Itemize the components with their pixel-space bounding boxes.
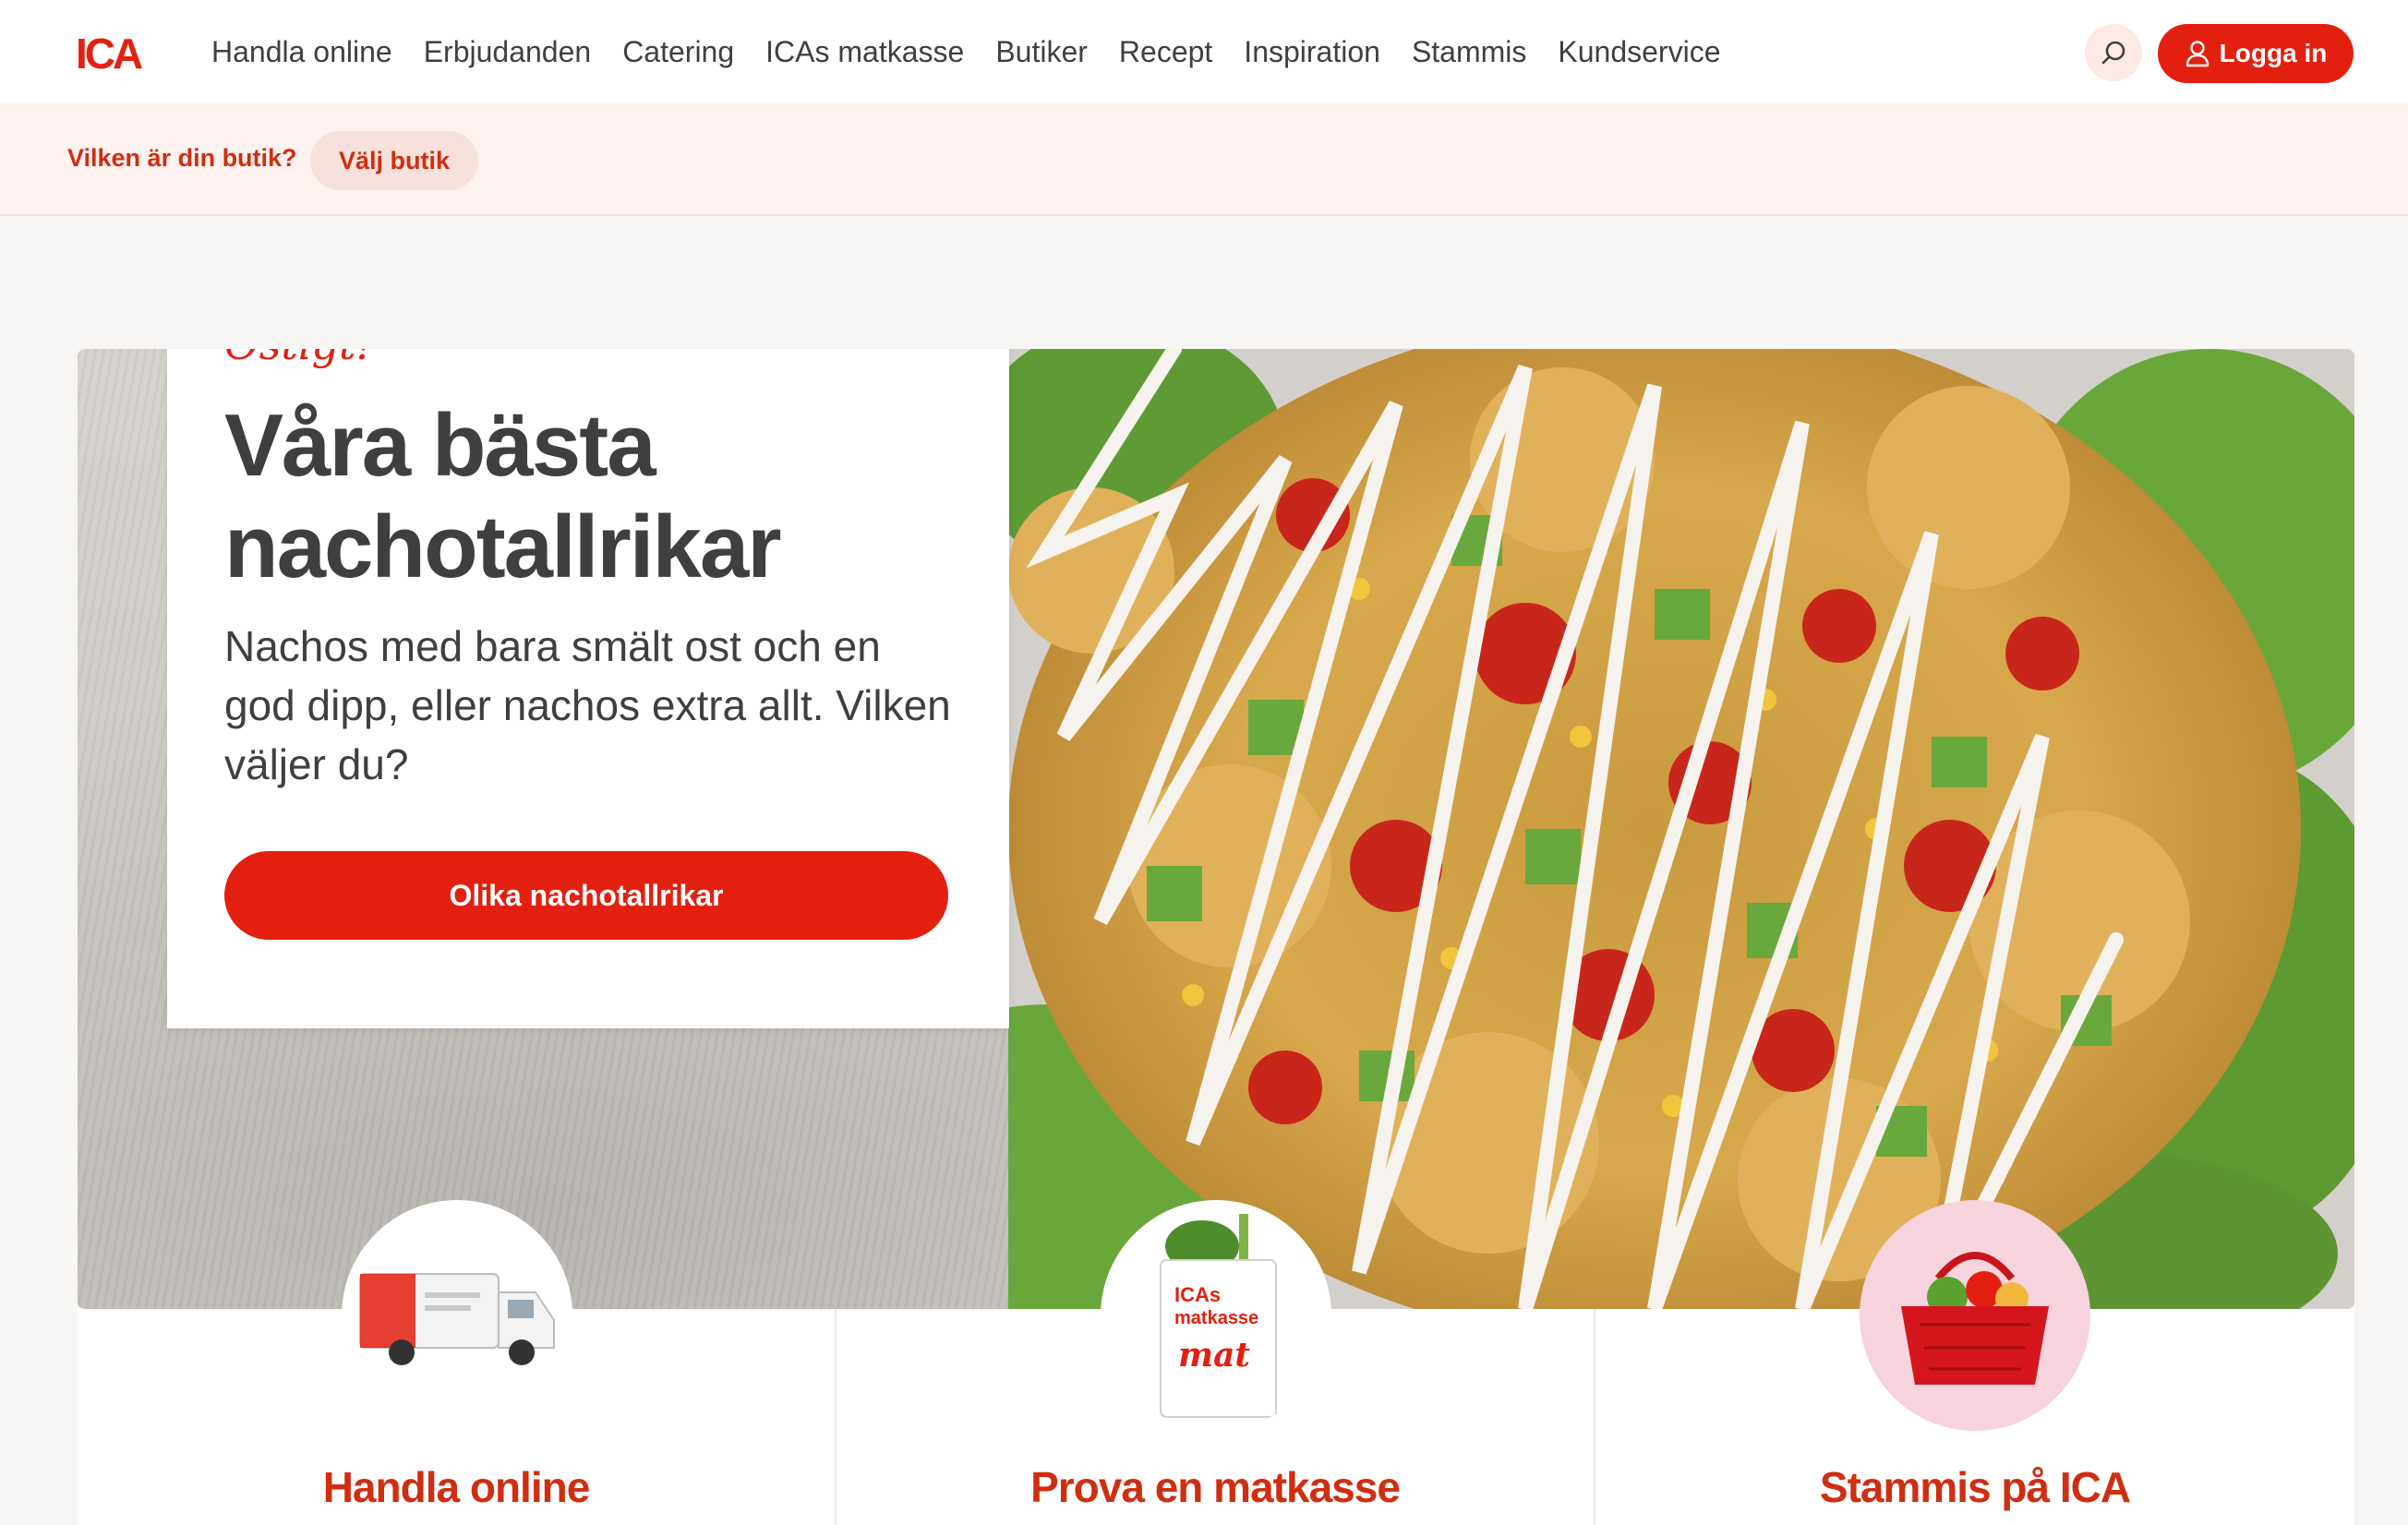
nav-item-recept[interactable]: Recept — [1119, 35, 1212, 69]
store-question: Vilken är din butik? — [67, 144, 297, 172]
tile-title: Handla online — [322, 1463, 591, 1511]
hero-cta-button[interactable]: Olika nachotallrikar — [224, 851, 948, 940]
nav-item-catering[interactable]: Catering — [622, 35, 734, 69]
user-icon — [2185, 41, 2209, 67]
site-header: ICA Handla online Erbjudanden Catering I… — [0, 0, 2408, 103]
svg-text:matkasse: matkasse — [1174, 1308, 1258, 1328]
grocery-bag-image: ICAs matkasse mat — [1101, 1200, 1331, 1431]
svg-text:ICA: ICA — [76, 31, 142, 74]
hero-card: Ostigt! Våra bästa nachotallrikar Nachos… — [167, 349, 1009, 1028]
nav-item-kundservice[interactable]: Kundservice — [1558, 35, 1720, 69]
tile-stammis[interactable]: Stammis på ICA — [1595, 1200, 2354, 1525]
feature-tiles: Handla online ICAs matkasse mat Prova en… — [78, 1200, 2354, 1525]
nav-item-inspiration[interactable]: Inspiration — [1244, 35, 1380, 69]
tile-title: Stammis på ICA — [1819, 1463, 2131, 1511]
tile-title: Prova en matkasse — [1030, 1463, 1401, 1511]
nachos-plate-image — [1008, 349, 2354, 1309]
ica-logo[interactable]: ICA — [76, 31, 161, 74]
nav-item-handla-online[interactable]: Handla online — [211, 35, 392, 69]
hero-kicker: Ostigt! — [224, 349, 373, 369]
tile-handla-online[interactable]: Handla online — [78, 1200, 837, 1525]
svg-text:ICAs: ICAs — [1174, 1283, 1221, 1306]
svg-text:mat: mat — [1178, 1336, 1250, 1375]
hero-description: Nachos med bara smält ost och en god dip… — [224, 622, 951, 788]
nav-item-erbjudanden[interactable]: Erbjudanden — [424, 35, 591, 69]
nav-item-stammis[interactable]: Stammis — [1412, 35, 1526, 69]
search-button[interactable] — [2085, 24, 2142, 81]
login-button[interactable]: Logga in — [2158, 24, 2354, 83]
store-selector-bar: Vilken är din butik? Välj butik — [0, 103, 2408, 216]
search-icon — [2101, 41, 2125, 65]
shopping-basket-image — [1860, 1200, 2090, 1431]
tile-prova-matkasse[interactable]: ICAs matkasse mat Prova en matkasse — [837, 1200, 1595, 1525]
choose-store-button[interactable]: Välj butik — [310, 131, 478, 190]
login-label: Logga in — [2219, 39, 2328, 67]
main-nav: Handla online Erbjudanden Catering ICAs … — [196, 0, 1736, 103]
delivery-truck-image — [342, 1200, 572, 1431]
hero-title: Våra bästa nachotallrikar — [224, 396, 782, 596]
hero-banner: Ostigt! Våra bästa nachotallrikar Nachos… — [78, 349, 2354, 1309]
nav-item-butiker[interactable]: Butiker — [995, 35, 1088, 69]
nav-item-icas-matkasse[interactable]: ICAs matkasse — [765, 35, 964, 69]
